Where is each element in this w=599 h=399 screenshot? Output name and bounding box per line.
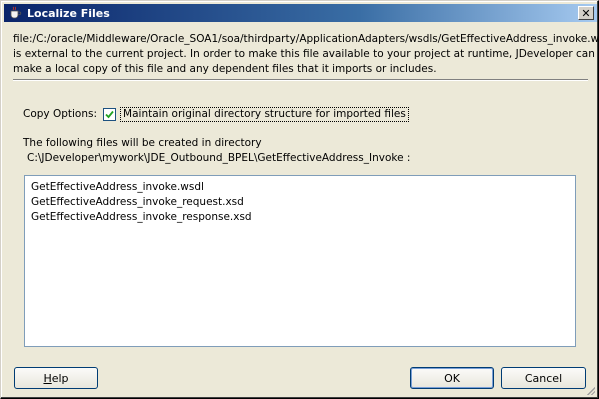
dialog-title: Localize Files bbox=[27, 6, 110, 20]
message-line-3: make a local copy of this file and any d… bbox=[13, 63, 437, 75]
message-line-2: is external to the current project. In o… bbox=[13, 48, 599, 60]
target-intro: The following files will be created in d… bbox=[23, 137, 262, 149]
ok-label: OK bbox=[444, 371, 460, 385]
localize-files-dialog: Localize Files ✕ file:/C:/oracle/Middlew… bbox=[0, 0, 599, 399]
title-bar[interactable]: Localize Files ✕ bbox=[4, 4, 597, 22]
cancel-button[interactable]: Cancel bbox=[501, 367, 586, 389]
close-icon: ✕ bbox=[581, 6, 591, 20]
resize-grip[interactable] bbox=[585, 385, 595, 395]
message-text: file:/C:/oracle/Middleware/Oracle_SOA1/s… bbox=[13, 32, 599, 77]
copy-options-label: Copy Options: bbox=[23, 108, 98, 120]
file-list[interactable]: GetEffectiveAddress_invoke.wsdl GetEffec… bbox=[24, 175, 576, 347]
checkmark-icon bbox=[105, 110, 114, 118]
list-item[interactable]: GetEffectiveAddress_invoke_response.xsd bbox=[31, 210, 569, 225]
maintain-structure-label[interactable]: Maintain original directory structure fo… bbox=[120, 106, 409, 122]
help-label-rest: elp bbox=[51, 371, 69, 385]
cancel-label: Cancel bbox=[524, 371, 563, 385]
list-item[interactable]: GetEffectiveAddress_invoke_request.xsd bbox=[31, 195, 569, 210]
copy-options-row: Copy Options: Maintain original director… bbox=[23, 106, 409, 122]
help-mnemonic: H bbox=[43, 371, 52, 385]
list-item[interactable]: GetEffectiveAddress_invoke.wsdl bbox=[31, 180, 569, 195]
separator bbox=[13, 79, 588, 81]
message-line-1: file:/C:/oracle/Middleware/Oracle_SOA1/s… bbox=[13, 33, 599, 45]
maintain-structure-checkbox[interactable] bbox=[103, 107, 117, 121]
jdeveloper-cup-icon bbox=[7, 5, 23, 21]
close-button[interactable]: ✕ bbox=[578, 6, 594, 20]
ok-button[interactable]: OK bbox=[410, 367, 494, 389]
target-path: C:\JDeveloper\mywork\JDE_Outbound_BPEL\G… bbox=[27, 152, 411, 164]
help-button[interactable]: Help bbox=[14, 367, 98, 389]
